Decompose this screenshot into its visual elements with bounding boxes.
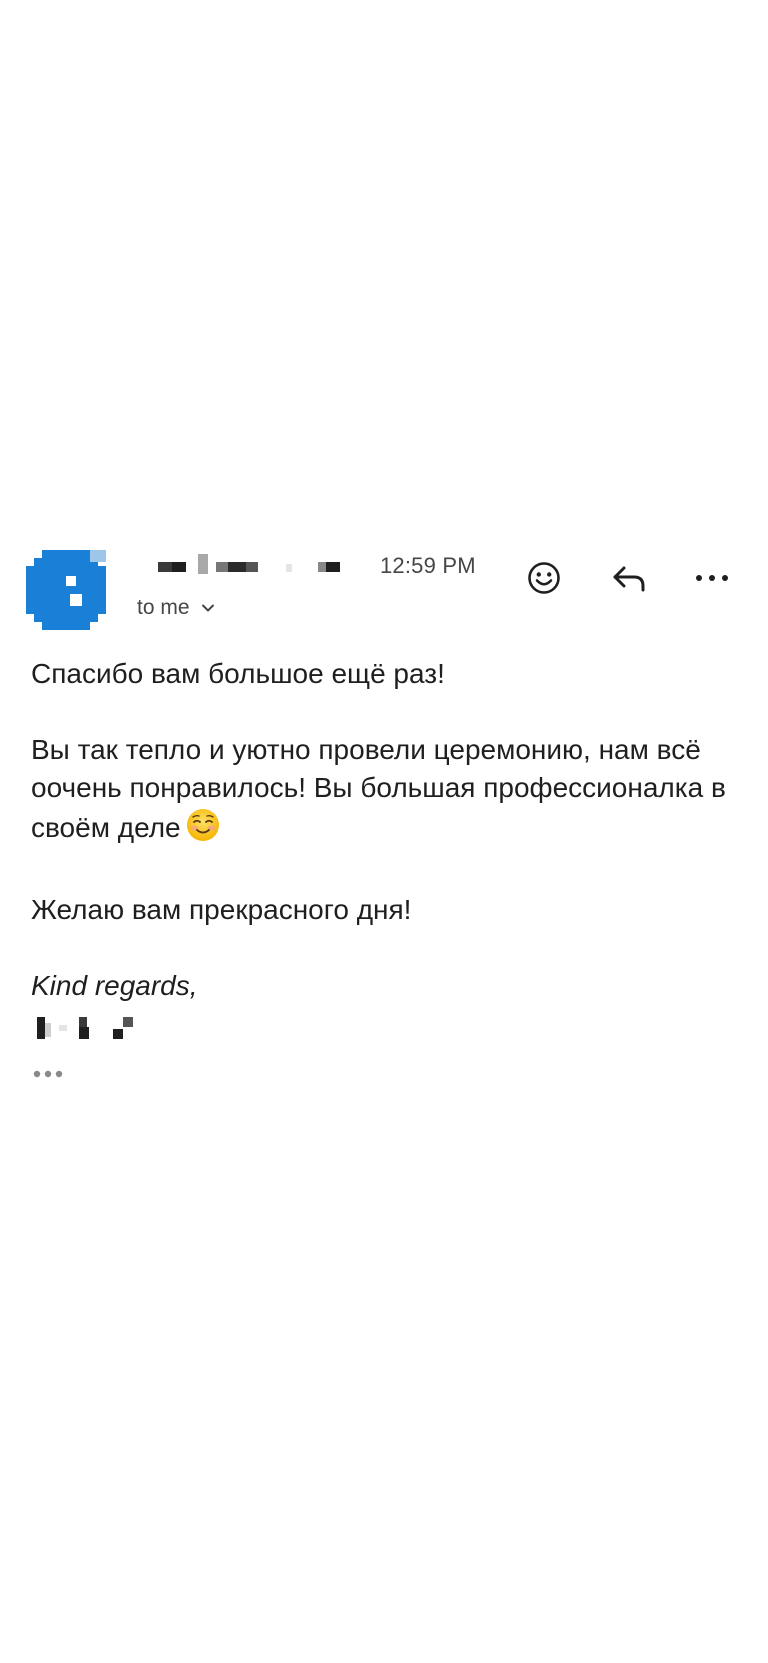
signoff-line: Kind regards,: [31, 970, 198, 1001]
recipient-details-toggle[interactable]: to me: [137, 596, 216, 620]
ellipsis-icon: [33, 1070, 63, 1078]
reply-button[interactable]: [605, 554, 653, 602]
redacted-signature-image: [37, 1017, 133, 1039]
email-header: 12:59 PM to me: [0, 548, 768, 638]
body-paragraph-text: Вы так тепло и уютно провели церемонию, …: [31, 734, 726, 843]
redacted-sender-name-image: [158, 554, 340, 574]
message-time: 12:59 PM: [380, 553, 476, 578]
signature-redacted: [31, 1013, 141, 1039]
reply-arrow-icon: [613, 566, 645, 592]
email-body: Спасибо вам большое ещё раз! Вы так тепл…: [31, 655, 751, 1039]
wish-line: Желаю вам прекрасного дня!: [31, 894, 412, 925]
recipient-label: to me: [137, 596, 190, 619]
chevron-down-icon: [200, 600, 216, 616]
smiling-face-icon: [185, 807, 221, 853]
body-paragraph: Вы так тепло и уютно провели церемонию, …: [31, 731, 751, 853]
more-dots-icon: [696, 575, 728, 581]
more-options-button[interactable]: [688, 554, 736, 602]
add-reaction-button[interactable]: [520, 554, 568, 602]
greeting-line: Спасибо вам большое ещё раз!: [31, 658, 445, 689]
avatar-pixelated-image: [26, 550, 106, 630]
sender-avatar[interactable]: [26, 550, 106, 630]
show-trimmed-content-button[interactable]: [31, 1067, 67, 1081]
smiley-icon: [528, 562, 560, 594]
sender-name-redacted[interactable]: [158, 552, 354, 582]
